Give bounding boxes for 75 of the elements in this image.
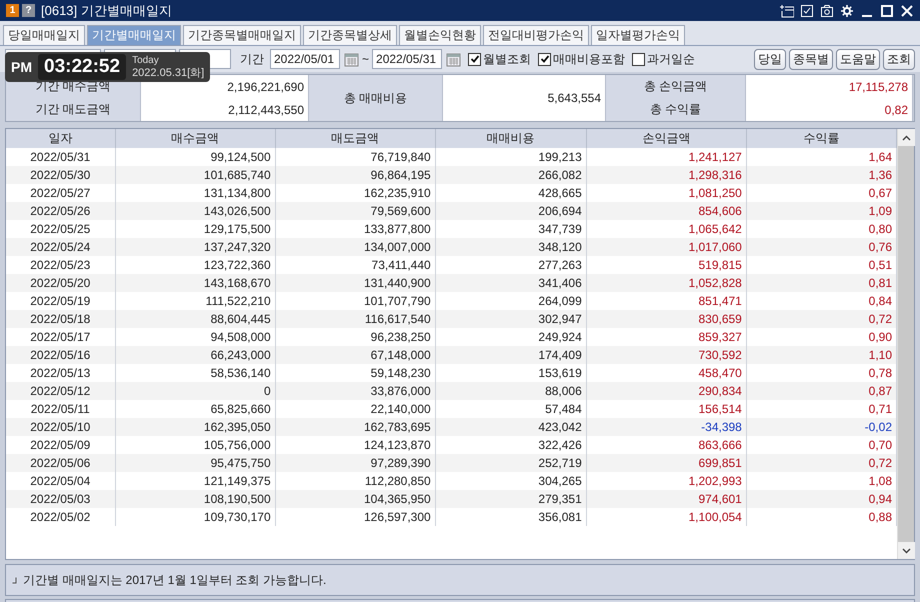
table-cell: 143,026,500 (115, 202, 276, 220)
table-cell: 0,72 (746, 310, 896, 328)
notice-text: 기간별 매매일지는 2017년 1월 1일부터 조회 가능합니다. (23, 572, 326, 588)
table-cell: 423,042 (435, 418, 586, 436)
table-cell: 0,94 (746, 490, 896, 508)
table-cell: 854,606 (586, 202, 746, 220)
table-cell: 174,409 (435, 346, 586, 364)
table-cell: 104,365,950 (275, 490, 436, 508)
table-cell: 1,298,316 (586, 166, 746, 184)
table-cell: 2022/05/03 (6, 490, 116, 508)
table-cell: 279,351 (435, 490, 586, 508)
table-cell: 2022/05/24 (6, 238, 116, 256)
table-cell: 1,09 (746, 202, 896, 220)
table-cell: 2022/05/12 (6, 382, 116, 400)
period-label: 기간 (240, 50, 264, 68)
table-cell: 0 (115, 382, 276, 400)
table-cell: 108,190,500 (115, 490, 276, 508)
clock-time: 03:22:52 (38, 54, 126, 80)
table-cell: 1,017,060 (586, 238, 746, 256)
table-cell: 134,007,000 (275, 238, 436, 256)
table-cell: 348,120 (435, 238, 586, 256)
table-cell: 143,168,670 (115, 274, 276, 292)
range-separator: ~ (362, 52, 370, 66)
table-cell: 162,783,695 (275, 418, 436, 436)
window-title: [0613] 기간별매매일지 (41, 2, 173, 20)
table-cell: 2022/05/18 (6, 310, 116, 328)
clock-period: PM (11, 59, 32, 75)
number-badge: 1 (6, 4, 19, 17)
table-cell: 0,87 (746, 382, 896, 400)
table-cell: 1,100,054 (586, 508, 746, 526)
table-cell: 162,395,050 (115, 418, 276, 436)
table-cell: 290,834 (586, 382, 746, 400)
table-cell: -0,02 (746, 418, 896, 436)
table-cell: 2022/05/10 (6, 418, 116, 436)
table-cell: 356,081 (435, 508, 586, 526)
table-cell: 97,289,390 (275, 454, 436, 472)
table-cell: 266,082 (435, 166, 586, 184)
table-cell: 206,694 (435, 202, 586, 220)
table-cell: 2022/05/06 (6, 454, 116, 472)
table-cell: 2022/05/26 (6, 202, 116, 220)
clock-caption: Today (132, 55, 160, 67)
table-cell: 137,247,320 (115, 238, 276, 256)
summary-value: 5,643,554 (443, 75, 606, 121)
table-cell: 67,148,000 (275, 346, 436, 364)
table-cell: 0,81 (746, 274, 896, 292)
table-cell: 302,947 (435, 310, 586, 328)
table-cell: 2022/05/16 (6, 346, 116, 364)
table-cell: -34,398 (586, 418, 746, 436)
table-cell: 2022/05/20 (6, 274, 116, 292)
table-cell: 252,719 (435, 454, 586, 472)
table-cell: 1,052,828 (586, 274, 746, 292)
table-cell: 830,659 (586, 310, 746, 328)
summary-label: 총 매매비용 (309, 75, 443, 121)
table-cell: 2022/05/02 (6, 508, 116, 526)
table-cell: 1,10 (746, 346, 896, 364)
table-cell: 66,243,000 (115, 346, 276, 364)
table-cell: 95,475,750 (115, 454, 276, 472)
table-cell: 96,864,195 (275, 166, 436, 184)
table-cell: 33,876,000 (275, 382, 436, 400)
table-cell: 699,851 (586, 454, 746, 472)
table-cell: 126,597,300 (275, 508, 436, 526)
table-cell: 0,72 (746, 454, 896, 472)
table-cell: 730,592 (586, 346, 746, 364)
table-cell: 88,604,445 (115, 310, 276, 328)
table-cell: 0,76 (746, 238, 896, 256)
table-cell: 1,36 (746, 166, 896, 184)
table-cell: 79,569,600 (275, 202, 436, 220)
table-cell: 88,006 (435, 382, 586, 400)
table-cell: 974,601 (586, 490, 746, 508)
table-cell: 341,406 (435, 274, 586, 292)
table-cell: 131,440,900 (275, 274, 436, 292)
table-cell: 2022/05/30 (6, 166, 116, 184)
table-cell: 101,685,740 (115, 166, 276, 184)
table-cell: 116,617,540 (275, 310, 436, 328)
table-cell: 109,730,170 (115, 508, 276, 526)
